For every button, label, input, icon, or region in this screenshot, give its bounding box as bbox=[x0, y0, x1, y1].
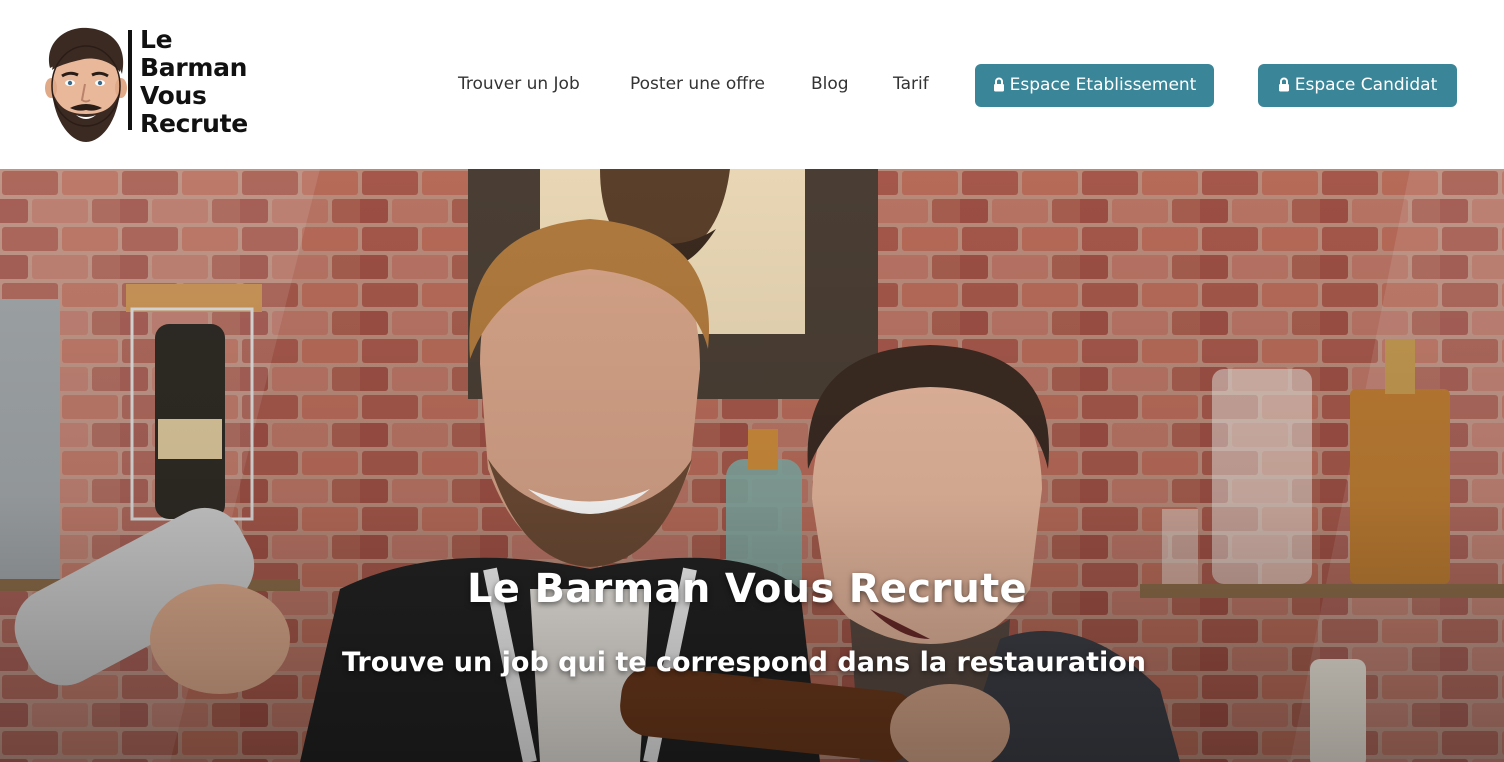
hero-subtitle-text: Trouve un job qui te correspond dans la … bbox=[341, 647, 1147, 678]
logo-line: Recrute bbox=[140, 109, 248, 138]
hero-title: Le Barman Vous Recrute bbox=[0, 566, 1504, 612]
hero-subtitle: Trouve un job qui te correspond dans la … bbox=[0, 647, 1504, 678]
logo-line: Barman bbox=[140, 53, 248, 82]
bearded-face-logo-icon bbox=[45, 27, 127, 142]
hero-banner: Le Barman Vous Recrute Trouve un job qui… bbox=[0, 169, 1504, 762]
lock-icon bbox=[1278, 77, 1289, 92]
nav-link-post-offer[interactable]: Poster une offre bbox=[630, 62, 765, 106]
candidate-space-label: Espace Candidat bbox=[1294, 75, 1438, 95]
establishment-space-label: Espace Etablissement bbox=[1009, 75, 1197, 95]
logo-wordmark: Le Barman Vous Recrute bbox=[140, 26, 270, 138]
hero-title-text: Le Barman Vous Recrute bbox=[467, 566, 1027, 612]
logo-divider bbox=[128, 30, 132, 130]
logo-line: Vous bbox=[140, 81, 207, 110]
nav-link-pricing[interactable]: Tarif bbox=[893, 62, 929, 106]
nav-link-blog[interactable]: Blog bbox=[811, 62, 849, 106]
candidate-space-button[interactable]: Espace Candidat bbox=[1258, 64, 1457, 107]
lock-icon bbox=[993, 77, 1004, 92]
establishment-space-button[interactable]: Espace Etablissement bbox=[975, 64, 1214, 107]
nav-link-find-job[interactable]: Trouver un Job bbox=[458, 62, 580, 106]
site-logo[interactable]: Le Barman Vous Recrute bbox=[36, 24, 266, 148]
logo-line: Le bbox=[140, 25, 173, 54]
site-header: Le Barman Vous Recrute Trouver un Job Po… bbox=[0, 0, 1504, 169]
